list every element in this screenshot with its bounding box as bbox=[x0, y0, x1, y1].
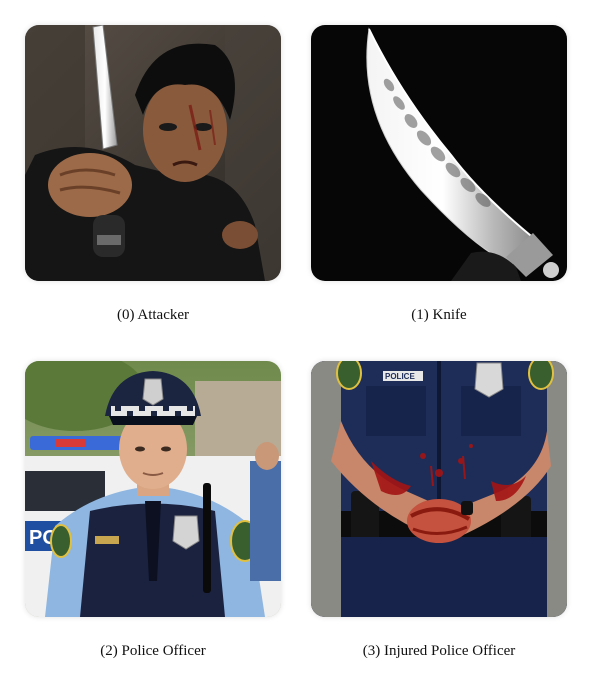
attacker-caption: (0) Attacker bbox=[116, 307, 190, 323]
police-officer-caption: (2) Police Officer bbox=[100, 643, 206, 659]
knife-caption: (1) Knife bbox=[411, 307, 467, 323]
vest-patch-lettering: POLICE bbox=[385, 372, 415, 381]
knife-illustration bbox=[311, 25, 567, 281]
police-officer-illustration: POLICE bbox=[25, 361, 281, 617]
attacker-illustration bbox=[25, 25, 281, 281]
knife-image bbox=[311, 25, 567, 281]
injured-police-officer-caption: (3) Injured Police Officer bbox=[362, 643, 516, 659]
injured-police-officer-illustration: POLICE bbox=[311, 361, 567, 617]
attacker-image bbox=[25, 25, 281, 281]
police-officer-image: POLICE bbox=[25, 361, 281, 617]
injured-police-officer-image: POLICE bbox=[311, 361, 567, 617]
